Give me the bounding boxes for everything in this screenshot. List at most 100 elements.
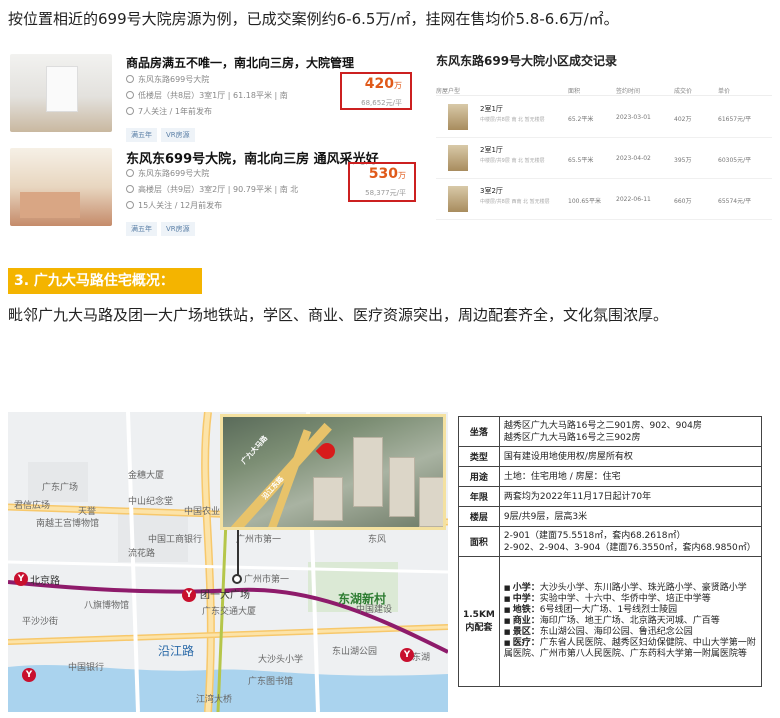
inset-building [389,457,415,517]
info-key: 楼层 [458,506,500,527]
header-area: 面积 [568,88,581,95]
info-key: 类型 [458,446,500,467]
info-row: 用途 土地：住宅用地 / 房屋：住宅 [458,466,763,487]
tag: VR房源 [161,128,195,142]
info-value: 9层/共9层，层高3米 [498,506,763,527]
info-key: 1.5KM 内配套 [458,556,500,687]
listing-title[interactable]: 东风东699号大院，南北向三房 通风采光好 [126,148,379,167]
map-label: 沿江路 [158,644,195,658]
price-highlight: 420万 68,652元/平 [340,72,412,110]
listing-card[interactable]: 商品房满五不唯一，南北向三房，大院管理 东风东路699号大院 低楼层（共8层）3… [8,52,426,142]
info-row: 年限 两套均为2022年11月17日起计70年 [458,486,763,507]
transaction-records: 东风东路699号大院小区成交记录 房屋户型 面积 签约时间 成交价 单价 2室1… [436,46,772,242]
listing-card[interactable]: 东风东699号大院，南北向三房 通风采光好 东风东路699号大院 高楼层（共9层… [8,146,426,236]
aerial-inset: 广九大马路 沿江东路 [220,414,446,530]
records-header: 房屋户型 面积 签约时间 成交价 单价 [436,84,772,96]
tag: 满五年 [126,222,157,236]
info-key: 年限 [458,486,500,507]
listings-section: 商品房满五不唯一，南北向三房，大院管理 东风东路699号大院 低楼层（共8层）3… [8,46,772,242]
listing-specs: 高楼层（共9层）3室2厅 | 90.79平米 | 南 北 [126,184,298,195]
inset-building [313,477,343,521]
map-label: 东湖 [412,653,431,663]
listing-follow: 15人关注 / 12月前发布 [126,200,222,211]
map-label: 北京路 [30,576,60,587]
inset-building [419,477,443,527]
amenity-item: 地铁：6号线团一大广场、1号线烈士陵园 [504,605,757,616]
metro-station-icon[interactable]: Y [182,588,196,602]
map-label: 南越王宫博物馆 [36,519,100,529]
map-label: 中山纪念堂 [128,497,174,507]
map-label: 东山湖公园 [332,647,378,657]
metro-station-icon[interactable]: Y [400,648,414,662]
map-label: 广东广场 [42,483,79,493]
amenity-item: 医疗：广东省人民医院、越秀区妇幼保健院、中山大学第一附属医院、广州市第八人民医院… [504,638,757,660]
info-value: 国有建设用地使用权/房屋所有权 [498,446,763,467]
home-icon [126,91,134,99]
total-price: 420万 [364,76,402,92]
metro-station-icon[interactable]: Y [22,668,36,682]
record-row[interactable]: 2室1厅 中楼层/共9层 南 北 暂无楼层 65.5平米 2023-04-02 … [436,139,772,179]
amenity-item: 景区：东山湖公园、海印公园、鲁迅纪念公园 [504,627,757,638]
info-value: 土地：住宅用地 / 房屋：住宅 [498,466,763,487]
listing-title[interactable]: 商品房满五不唯一，南北向三房，大院管理 [126,54,354,71]
metro-station-icon[interactable]: Y [14,572,28,586]
listing-community: 东风东路699号大院 [126,168,209,179]
listing-specs: 低楼层（共8层）3室1厅 | 61.18平米 | 南 [126,90,288,101]
floorplan-thumb [448,104,468,130]
records-title: 东风东路699号大院小区成交记录 [436,54,618,68]
map-label: 大沙头小学 [258,655,304,665]
map-label: 君信広场 [14,501,51,511]
intro-paragraph: 按位置相近的699号大院房源为例，已成交案例约6-6.5万/㎡，挂网在售均价5.… [8,10,619,28]
tag: VR房源 [161,222,195,236]
header-price: 成交价 [674,88,693,95]
map-label: 中国银行 [68,663,105,673]
listing-photo[interactable] [10,148,112,226]
info-value: 小学：大沙头小学、东川路小学、珠光路小学、豪贤路小学 中学：实验中学、十六中、华… [498,556,763,687]
total-price: 530万 [368,166,406,182]
location-icon [126,169,134,177]
amenity-item: 中学：实验中学、十六中、华侨中学、培正中学等 [504,594,757,605]
unit-price: 68,652元/平 [361,99,402,107]
map-label: 团一大广场 [200,590,250,601]
info-key: 坐落 [458,416,500,447]
amenity-item: 商业：海印广场、地王广场、北京路天河城、广百等 [504,616,757,627]
amenity-item: 小学：大沙头小学、东川路小学、珠光路小学、豪贤路小学 [504,583,757,594]
listing-tags: 满五年 VR房源 [126,122,199,142]
info-key: 面积 [458,526,500,557]
property-info-table: 坐落 越秀区广九大马路16号之二901房、902、904房 越秀区广九大马路16号… [458,416,763,687]
map-label: 广州市第一 [236,535,282,545]
info-row: 坐落 越秀区广九大马路16号之二901房、902、904房 越秀区广九大马路16号… [458,416,763,447]
location-map[interactable]: 广东广场 金穗大厦 君信広场 天誉 南越王宫博物馆 中山纪念堂 中国工商银行 中… [8,412,448,712]
section-heading: 3. 广九大马路住宅概况： [8,268,202,294]
info-row: 面积 2-901（建面75.5518㎡，套内68.2618㎡） 2-902、2-9… [458,526,763,557]
amenity-list: 小学：大沙头小学、东川路小学、珠光路小学、豪贤路小学 中学：实验中学、十六中、华… [504,583,757,660]
map-label: 广东交通大厦 [202,607,257,617]
info-row: 1.5KM内配套 小学：大沙头小学、东川路小学、珠光路小学、豪贤路小学 中学：实… [458,556,763,687]
map-label: 中国工商银行 [148,535,203,545]
section-description: 毗邻广九大马路及团一大广场地铁站，学区、商业、医疗资源突出，周边配套齐全，文化氛… [8,306,669,324]
price-highlight: 530万 58,377元/平 [348,162,416,202]
property-location-icon[interactable] [232,574,242,584]
map-label: 广东图书馆 [248,677,294,687]
listing-follow: 7人关注 / 1年前发布 [126,106,212,117]
floorplan-thumb [448,145,468,171]
map-label: 平沙沙街 [22,617,59,627]
star-icon [126,201,134,209]
header-date: 签约时间 [616,88,641,95]
listing-photo[interactable] [10,54,112,132]
map-label: 广州市第一 [244,575,290,585]
header-layout: 房屋户型 [436,88,461,95]
inset-label: 广九大马路 [239,434,270,466]
star-icon [126,107,134,115]
info-row: 楼层 9层/共9层，层高3米 [458,506,763,527]
map-label: 八旗博物馆 [84,601,130,611]
info-row: 类型 国有建设用地使用权/房屋所有权 [458,446,763,467]
unit-price: 58,377元/平 [365,189,406,197]
info-value: 两套均为2022年11月17日起计70年 [498,486,763,507]
listing-community: 东风东路699号大院 [126,74,209,85]
inset-building [353,437,383,507]
record-row[interactable]: 2室1厅 中楼层/共8层 南 北 暂无楼层 65.2平米 2023-03-01 … [436,98,772,138]
record-row[interactable]: 3室2厅 中楼层/共8层 西南 北 暂无楼层 100.65平米 2022-06-… [436,180,772,220]
callout-line [237,530,239,580]
floorplan-thumb [448,186,468,212]
